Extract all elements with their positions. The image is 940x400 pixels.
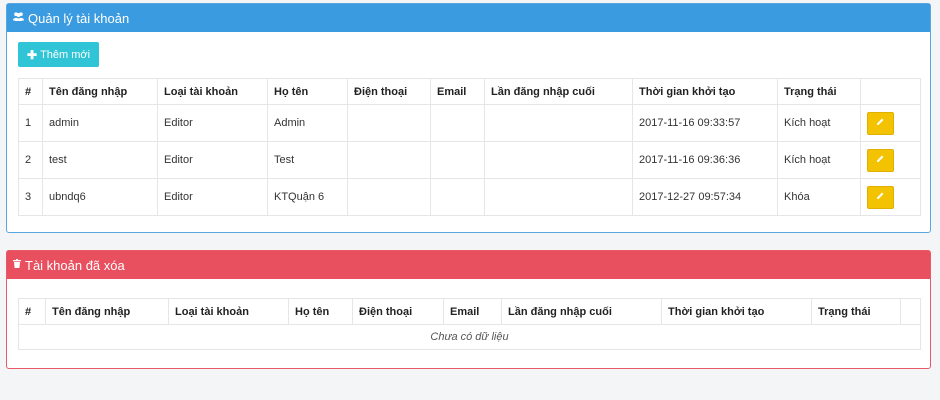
deleted-panel-title: Tài khoản đã xóa (25, 257, 125, 273)
column-header: # (18, 298, 46, 325)
fullname-cell: KTQuận 6 (267, 178, 348, 216)
row-index: 3 (18, 178, 43, 216)
edit-button[interactable] (867, 185, 894, 209)
table-header-row: # Tên đăng nhập Loại tài khoản Họ tên Đi… (18, 298, 921, 325)
edit-button[interactable] (867, 111, 894, 135)
actions-cell (860, 178, 921, 216)
status-cell: Kích hoạt (777, 104, 861, 142)
account-type-cell: Editor (157, 178, 268, 216)
column-header: Email (443, 298, 502, 325)
email-cell (430, 141, 485, 179)
column-header: Thời gian khởi tạo (632, 78, 778, 105)
column-header: Trạng thái (777, 78, 861, 105)
pencil-icon (876, 117, 885, 129)
add-new-button-label: Thêm mới (40, 48, 91, 61)
empty-row: Chưa có dữ liệu (18, 324, 921, 350)
email-cell (430, 178, 485, 216)
trash-icon (13, 259, 21, 271)
created-time-cell: 2017-11-16 09:33:57 (632, 104, 778, 142)
empty-message: Chưa có dữ liệu (18, 324, 921, 350)
column-header: Email (430, 78, 485, 105)
pencil-icon (876, 191, 885, 203)
column-header: Loại tài khoản (157, 78, 268, 105)
row-index: 1 (18, 104, 43, 142)
deleted-accounts-panel: Tài khoản đã xóa # Tên đăng nhập Loại tà… (6, 250, 931, 369)
status-cell: Kích hoạt (777, 141, 861, 179)
fullname-cell: Admin (267, 104, 348, 142)
last-login-cell (484, 178, 633, 216)
last-login-cell (484, 104, 633, 142)
last-login-cell (484, 141, 633, 179)
column-header (860, 78, 921, 105)
deleted-panel-heading: Tài khoản đã xóa (7, 251, 930, 279)
column-header: # (18, 78, 43, 105)
phone-cell (347, 178, 431, 216)
accounts-panel-heading: Quản lý tài khoản (7, 4, 930, 32)
username-cell: admin (42, 104, 158, 142)
edit-button[interactable] (867, 148, 894, 172)
account-type-cell: Editor (157, 104, 268, 142)
column-header: Lần đăng nhập cuối (501, 298, 662, 325)
plus-icon: ✚ (27, 47, 38, 62)
column-header: Trạng thái (811, 298, 901, 325)
phone-cell (347, 141, 431, 179)
created-time-cell: 2017-12-27 09:57:34 (632, 178, 778, 216)
phone-cell (347, 104, 431, 142)
username-cell: ubndq6 (42, 178, 158, 216)
row-index: 2 (18, 141, 43, 179)
table-row: 2 test Editor Test 2017-11-16 09:36:36 K… (18, 141, 921, 179)
add-new-button[interactable]: ✚ Thêm mới (18, 42, 100, 67)
email-cell (430, 104, 485, 142)
column-header-blank (900, 298, 921, 325)
status-cell: Khóa (777, 178, 861, 216)
account-type-cell: Editor (157, 141, 268, 179)
table-header-row: # Tên đăng nhập Loại tài khoản Họ tên Đi… (18, 78, 921, 105)
username-cell: test (42, 141, 158, 179)
column-header: Họ tên (267, 78, 348, 105)
accounts-panel: Quản lý tài khoản ✚ Thêm mới # Tên đăng … (6, 3, 931, 233)
table-row: 1 admin Editor Admin 2017-11-16 09:33:57… (18, 104, 921, 142)
column-header: Thời gian khởi tạo (661, 298, 812, 325)
column-header: Điện thoại (347, 78, 431, 105)
column-header: Tên đăng nhập (45, 298, 169, 325)
actions-cell (860, 104, 921, 142)
deleted-accounts-table: # Tên đăng nhập Loại tài khoản Họ tên Đi… (18, 298, 921, 350)
column-header: Loại tài khoản (168, 298, 289, 325)
actions-cell (860, 141, 921, 179)
column-header: Điện thoại (352, 298, 444, 325)
users-icon (13, 12, 24, 24)
accounts-panel-title: Quản lý tài khoản (28, 10, 130, 26)
column-header: Tên đăng nhập (42, 78, 158, 105)
table-row: 3 ubndq6 Editor KTQuận 6 2017-12-27 09:5… (18, 178, 921, 216)
fullname-cell: Test (267, 141, 348, 179)
column-header: Họ tên (288, 298, 353, 325)
column-header: Lần đăng nhập cuối (484, 78, 633, 105)
accounts-table: # Tên đăng nhập Loại tài khoản Họ tên Đi… (18, 78, 921, 216)
pencil-icon (876, 154, 885, 166)
created-time-cell: 2017-11-16 09:36:36 (632, 141, 778, 179)
